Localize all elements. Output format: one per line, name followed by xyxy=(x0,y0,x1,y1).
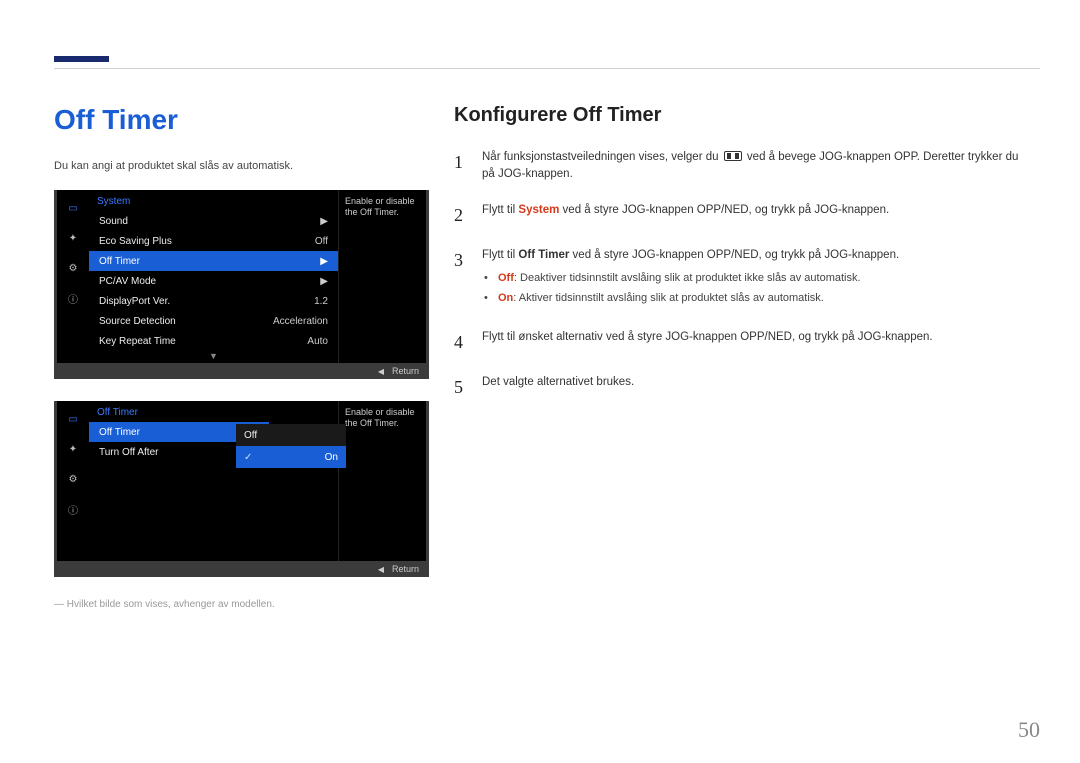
left-column: Off Timer Du kan angi at produktet skal … xyxy=(54,104,434,610)
picture-icon: ✦ xyxy=(63,439,83,459)
bullet-off: • Off: Deaktiver tidsinnstilt avslåing s… xyxy=(484,270,899,287)
osd-footer: ◀ Return xyxy=(54,561,429,577)
osd-item-label: Off Timer xyxy=(99,256,140,267)
step-text: Flytt til System ved å styre JOG-knappen… xyxy=(482,202,889,229)
back-arrow-icon: ◀ xyxy=(378,367,384,376)
bullet-label-on: On xyxy=(498,292,513,304)
osd-item-value: ▶ xyxy=(320,216,328,227)
osd-item-value: ▶ xyxy=(320,256,328,267)
osd-description: Enable or disable the Off Timer. xyxy=(338,190,426,363)
scroll-down-icon: ▼ xyxy=(89,351,338,363)
osd-item-label: Off Timer xyxy=(99,427,140,438)
gear-icon: ⚙ xyxy=(63,258,83,278)
monitor-icon: ▭ xyxy=(63,198,83,218)
info-icon: ⓘ xyxy=(63,288,83,308)
osd-item-label: Key Repeat Time xyxy=(99,336,176,347)
osd-menu-item: PC/AV Mode ▶ xyxy=(89,271,338,291)
osd-item-value: Auto xyxy=(307,336,328,347)
bullet-dot: • xyxy=(484,270,490,287)
page-number: 50 xyxy=(1018,717,1040,743)
osd-main-panel: Off Timer Off TimerOffTurn Off After Off… xyxy=(89,401,338,561)
monitor-icon: ▭ xyxy=(63,409,83,429)
footnote: ― Hvilket bilde som vises, avhenger av m… xyxy=(54,599,434,610)
osd-item-label: Eco Saving Plus xyxy=(99,236,172,247)
highlight-offtimer: Off Timer xyxy=(518,249,569,261)
osd-item-value: ▶ xyxy=(320,276,328,287)
osd-menu-item: Source Detection Acceleration xyxy=(89,311,338,331)
return-label: Return xyxy=(392,564,419,574)
back-arrow-icon: ◀ xyxy=(378,565,384,574)
header-accent xyxy=(54,56,109,62)
bullet-text: : Aktiver tidsinnstilt avslåing slik at … xyxy=(513,292,824,304)
osd-item-label: PC/AV Mode xyxy=(99,276,156,287)
osd-option: Off xyxy=(236,424,346,446)
step-2: 2 Flytt til System ved å styre JOG-knapp… xyxy=(454,202,1034,229)
osd-option-label: Off xyxy=(244,430,257,441)
page-title: Off Timer xyxy=(54,104,434,136)
check-icon: ✓ xyxy=(244,452,252,463)
return-label: Return xyxy=(392,366,419,376)
step-number: 1 xyxy=(454,149,468,184)
osd-menu-item: Eco Saving Plus Off xyxy=(89,231,338,251)
step-text: Når funksjonstastveiledningen vises, vel… xyxy=(482,149,1034,184)
info-icon: ⓘ xyxy=(63,499,83,519)
step-text: Flytt til ønsket alternativ ved å styre … xyxy=(482,329,933,356)
bullet-text: : Deaktiver tidsinnstilt avslåing slik a… xyxy=(514,272,861,284)
osd-option: ✓ On xyxy=(236,446,346,468)
step-text-part: Når funksjonstastveiledningen vises, vel… xyxy=(482,151,722,163)
osd-item-label: DisplayPort Ver. xyxy=(99,296,170,307)
gear-icon: ⚙ xyxy=(63,469,83,489)
osd-menu-item: Sound ▶ xyxy=(89,211,338,231)
step-1: 1 Når funksjonstastveiledningen vises, v… xyxy=(454,149,1034,184)
osd-item-label: Turn Off After xyxy=(99,447,158,458)
bullet-on: • On: Aktiver tidsinnstilt avslåing slik… xyxy=(484,290,899,307)
bullet-label-off: Off xyxy=(498,272,514,284)
osd-item-value: 1.2 xyxy=(314,296,328,307)
osd-dropdown: Off ✓ On xyxy=(236,424,346,468)
step-4: 4 Flytt til ønsket alternativ ved å styr… xyxy=(454,329,1034,356)
osd-item-label: Source Detection xyxy=(99,316,176,327)
step-text-part: ved å styre JOG-knappen OPP/NED, og tryk… xyxy=(563,204,890,216)
osd-system-menu: ▭ ✦ ⚙ ⓘ System Sound ▶ Eco Saving Plus Off O… xyxy=(54,190,429,379)
menu-icon xyxy=(724,151,742,161)
osd-menu-item: Off Timer ▶ xyxy=(89,251,338,271)
step-number: 2 xyxy=(454,202,468,229)
osd-side-icons: ▭ ✦ ⚙ ⓘ xyxy=(57,190,89,363)
osd-item-value: Off xyxy=(315,236,328,247)
osd-side-icons: ▭ ✦ ⚙ ⓘ xyxy=(57,401,89,561)
osd-item-value: Acceleration xyxy=(273,316,328,327)
osd-menu-item: DisplayPort Ver. 1.2 xyxy=(89,291,338,311)
step-text: Det valgte alternativet brukes. xyxy=(482,374,634,401)
step-text-part: Flytt til xyxy=(482,249,518,261)
osd-offtimer-menu: ▭ ✦ ⚙ ⓘ Off Timer Off Timer Off Turn Off A… xyxy=(54,401,429,577)
picture-icon: ✦ xyxy=(63,228,83,248)
step-text: Flytt til Off Timer ved å styre JOG-knap… xyxy=(482,247,899,311)
osd-option-label: On xyxy=(325,452,338,463)
step-text-part: ved å styre JOG-knappen OPP/NED, og tryk… xyxy=(573,249,900,261)
osd-main-panel: System Sound ▶ Eco Saving Plus Off Off Timer… xyxy=(89,190,338,363)
step-number: 5 xyxy=(454,374,468,401)
bullet-dot: • xyxy=(484,290,490,307)
step-number: 3 xyxy=(454,247,468,311)
right-column: Konfigurere Off Timer 1 Når funksjonstas… xyxy=(454,104,1034,419)
highlight-system: System xyxy=(518,204,559,216)
osd-header: Off Timer xyxy=(89,401,338,422)
step-text-part: Flytt til xyxy=(482,204,518,216)
step-5: 5 Det valgte alternativet brukes. xyxy=(454,374,1034,401)
osd-header: System xyxy=(89,190,338,211)
step-3-bullets: • Off: Deaktiver tidsinnstilt avslåing s… xyxy=(484,270,899,307)
osd-menu-item: Key Repeat Time Auto xyxy=(89,331,338,351)
header-rule xyxy=(54,68,1040,69)
osd-item-label: Sound xyxy=(99,216,128,227)
osd-description: Enable or disable the Off Timer. xyxy=(338,401,426,561)
intro-text: Du kan angi at produktet skal slås av au… xyxy=(54,160,434,172)
step-3: 3 Flytt til Off Timer ved å styre JOG-kn… xyxy=(454,247,1034,311)
step-number: 4 xyxy=(454,329,468,356)
section-title: Konfigurere Off Timer xyxy=(454,104,1034,127)
osd-footer: ◀ Return xyxy=(54,363,429,379)
